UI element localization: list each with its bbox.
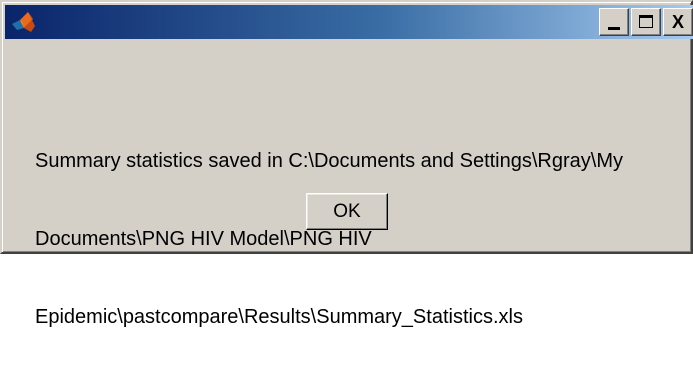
matlab-icon [12, 12, 35, 32]
dialog-window: X Summary statistics saved in C:\Documen… [0, 0, 693, 328]
minimize-icon [608, 27, 620, 30]
maximize-button[interactable] [631, 8, 661, 36]
close-icon: X [671, 12, 684, 32]
ok-button[interactable]: OK [306, 193, 388, 230]
title-buttons: X [599, 8, 693, 36]
message-line: Epidemic\pastcompare\Results\Summary_Sta… [35, 306, 523, 328]
close-button[interactable]: X [663, 8, 693, 36]
dialog-message: Summary statistics saved in C:\Documents… [35, 96, 675, 382]
title-bar[interactable]: X [5, 5, 693, 39]
message-line: Summary statistics saved in C:\Documents… [35, 150, 623, 172]
minimize-button[interactable] [599, 8, 629, 36]
maximize-icon [639, 15, 653, 28]
